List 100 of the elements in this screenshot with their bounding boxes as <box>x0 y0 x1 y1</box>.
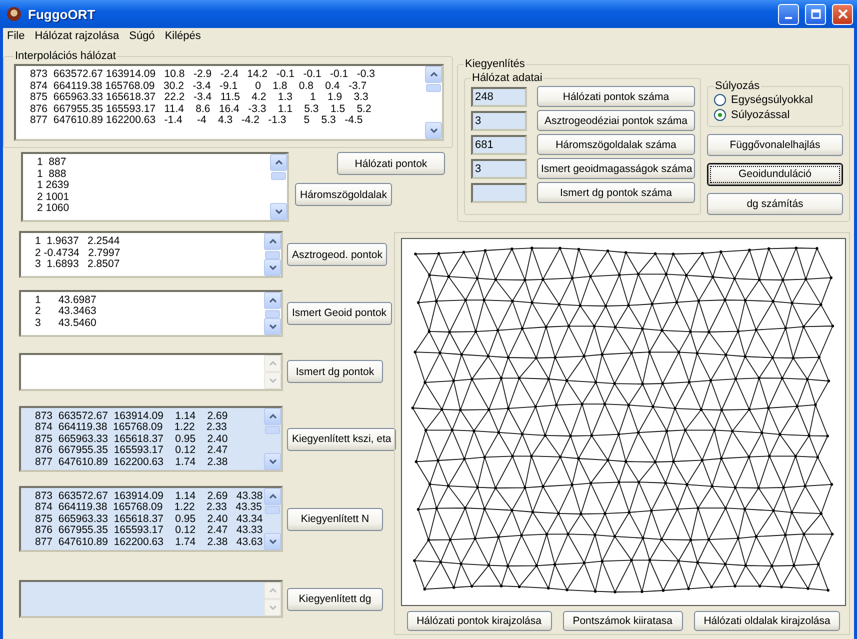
minimize-icon <box>785 17 792 19</box>
number-field[interactable]: 248 <box>471 86 527 106</box>
chevron-up-icon <box>268 588 276 593</box>
count-button[interactable]: Hálózati pontok száma <box>537 86 695 107</box>
chevron-down-icon <box>268 459 276 464</box>
action-button[interactable]: Kiegyenlített kszi, eta <box>287 428 396 450</box>
chevron-up-icon <box>268 298 276 302</box>
radio-option[interactable]: Súlyozással <box>714 107 838 122</box>
action-button[interactable]: dg számítás <box>707 192 843 215</box>
action-button[interactable]: Kiegyenlített dg <box>287 588 383 610</box>
minimize-button[interactable] <box>778 4 799 24</box>
radio-button[interactable] <box>714 108 726 120</box>
scroll-down-button[interactable] <box>264 318 281 334</box>
group-title: Súlyozás <box>714 80 761 92</box>
action-button[interactable]: Ismert dg pontok <box>287 360 383 383</box>
action-button[interactable]: Háromszögoldalak <box>295 183 392 206</box>
scroll-thumb[interactable] <box>426 84 441 92</box>
action-button[interactable]: Asztrogeod. pontok <box>287 243 388 266</box>
count-button[interactable]: Ismert geoidmagasságok száma <box>537 158 695 179</box>
scroll-up-button[interactable] <box>270 154 287 171</box>
action-button[interactable]: Geoidunduláció <box>707 163 843 186</box>
action-button[interactable]: Függővonalelhajlás <box>707 134 843 156</box>
chevron-up-icon <box>268 494 276 499</box>
scrollbar[interactable] <box>264 408 281 470</box>
action-button[interactable]: Hálózati oldalak kirajzolása <box>694 611 840 631</box>
scroll-down-button[interactable] <box>264 453 281 470</box>
scroll-up-button[interactable] <box>264 488 281 505</box>
text-line: 1 1.9637 2.2544 <box>35 236 121 248</box>
text-line: 1 43.6987 <box>35 294 98 306</box>
scroll-thumb[interactable] <box>271 172 286 180</box>
chevron-down-icon <box>274 209 282 214</box>
chevron-up-icon <box>268 360 276 366</box>
scroll-thumb[interactable] <box>265 251 280 259</box>
scroll-up-button[interactable] <box>425 66 442 83</box>
chevron-down-icon <box>430 128 438 133</box>
text-line: 877 647610.89 162200.63 -1.4 -4 4.3 -4.2 -1.3 5 5.3 -4.5 <box>30 115 364 127</box>
number-field[interactable]: 681 <box>471 134 527 154</box>
text-line: 3 1.6893 2.8507 <box>35 259 121 271</box>
scrollbar[interactable] <box>425 66 442 139</box>
scrollbar[interactable] <box>264 488 281 550</box>
group-title: Interpolációs hálózat <box>14 50 117 62</box>
text-line: 877 647610.89 162200.63 1.74 2.38 <box>35 456 229 468</box>
chevron-up-icon <box>274 160 282 165</box>
scroll-up-button[interactable] <box>264 233 281 250</box>
maximize-button[interactable] <box>805 4 826 24</box>
chevron-down-icon <box>268 265 276 270</box>
menu-item[interactable]: Súgó <box>129 30 155 42</box>
menu-item[interactable]: Kilépés <box>164 30 201 42</box>
scroll-down-button[interactable] <box>425 122 442 139</box>
scroll-thumb[interactable] <box>265 506 280 514</box>
chevron-up-icon <box>430 72 438 77</box>
count-button[interactable]: Ismert dg pontok száma <box>537 182 695 203</box>
text-line: 876 667955.35 165593.17 11.4 8.6 16.4 -3.3 1.1 5.3 1.5 5.2 <box>30 104 372 116</box>
text-line: 876 667955.35 165593.17 0.12 2.47 43.33 <box>35 525 262 537</box>
text-area[interactable]: 1 887 1 888 1 2639 2 1001 2 1060 <box>21 152 289 222</box>
menu-item[interactable]: Hálózat rajzolása <box>34 30 120 42</box>
scrollbar[interactable] <box>270 154 287 220</box>
count-button[interactable]: Háromszögoldalak száma <box>537 134 695 155</box>
scroll-down-button[interactable] <box>270 203 287 220</box>
window-title: FuggoORT <box>28 6 96 22</box>
scrollbar[interactable] <box>264 354 281 388</box>
radio-option[interactable]: Egységsúlyokkal <box>714 92 838 107</box>
text-line: 873 663572.67 163914.09 10.8 -2.9 -2.4 14.2 -0.1 -0.1 -0.1 -0.3 <box>30 69 376 81</box>
scroll-thumb[interactable] <box>265 310 280 318</box>
text-line: 874 664119.38 165768.09 1.22 2.33 43.35 <box>35 502 262 514</box>
scrollbar[interactable] <box>264 233 281 276</box>
scroll-down-button[interactable] <box>264 259 281 276</box>
text-area[interactable]: 873 663572.67 163914.09 1.14 2.69 43.38 874 664119.38 165768.09 1.22 2.33 43.35 875 665963.33 165618.37 0.95 2.40 43.34 876 667955.35 165593.17 0.12 2.47 43.33 877 647610.89 162200.63 1.74 2.38 43.63 <box>19 486 283 552</box>
text-line: 877 647610.89 162200.63 1.74 2.38 43.63 <box>35 536 262 548</box>
chevron-up-icon <box>268 239 276 244</box>
action-button[interactable]: Hálózati pontok <box>337 152 445 175</box>
text-area[interactable] <box>14 64 444 141</box>
action-button[interactable]: Ismert Geoid pontok <box>287 302 392 324</box>
group-title: Kiegyenlítés <box>464 58 526 70</box>
count-button[interactable]: Asztrogeodéziai pontok száma <box>537 110 695 131</box>
number-field[interactable]: 3 <box>471 158 527 178</box>
text-line: 874 664119.38 165768.09 30.2 -3.4 -9.1 0 1.8 0.8 0.4 -3.7 <box>30 80 368 92</box>
text-line: 1 2639 <box>37 180 70 192</box>
text-area[interactable]: 1 43.6987 2 43.3463 3 43.5460 <box>19 290 283 336</box>
action-button[interactable]: Pontszámok kiiratasa <box>562 611 682 631</box>
scroll-up-button[interactable] <box>264 354 281 372</box>
chevron-up-icon <box>268 414 276 419</box>
text-line: 875 665963.33 165618.37 0.95 2.40 <box>35 434 229 446</box>
maximize-icon <box>810 9 820 19</box>
number-field[interactable] <box>471 182 527 202</box>
scrollbar[interactable] <box>264 292 281 334</box>
close-button[interactable] <box>832 4 853 24</box>
scroll-up-button[interactable] <box>264 408 281 425</box>
scroll-thumb[interactable] <box>265 426 280 434</box>
text-line: 876 667955.35 165593.17 0.12 2.47 <box>35 445 229 457</box>
text-area[interactable]: 873 663572.67 163914.09 1.14 2.69 874 664119.38 165768.09 1.22 2.33 875 665963.33 165618.37 0.95 2.40 876 667955.35 165593.17 0.12 2.47 877 647610.89 162200.63 1.74 2.38 <box>19 406 283 472</box>
scroll-up-button[interactable] <box>264 292 281 308</box>
text-area[interactable]: 1 1.9637 2.2544 2 -0.4734 2.7997 3 1.6893 2.8507 <box>19 231 283 278</box>
scroll-down-button[interactable] <box>264 533 281 550</box>
menu-item[interactable]: File <box>7 30 25 42</box>
chevron-down-icon <box>268 378 276 382</box>
action-button[interactable]: Hálózati pontok kirajzolása <box>406 611 552 631</box>
number-field[interactable]: 3 <box>471 110 527 130</box>
radio-button[interactable] <box>714 94 726 106</box>
action-button[interactable]: Kiegyenlített N <box>287 508 383 530</box>
